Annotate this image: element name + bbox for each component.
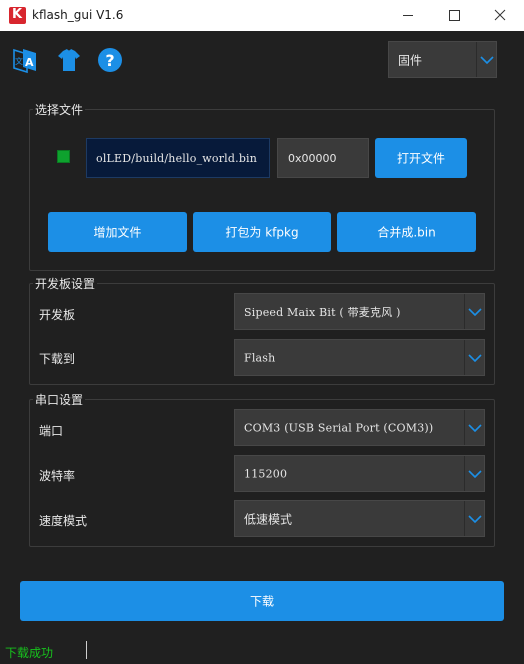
speed-label: 速度模式 bbox=[39, 514, 88, 528]
board-select[interactable]: Sipeed Maix Bit ( 带麦克风 ) bbox=[234, 293, 485, 330]
board-label: 开发板 bbox=[39, 308, 76, 322]
help-icon[interactable]: ? bbox=[97, 45, 125, 75]
language-icon[interactable]: A 文 bbox=[11, 45, 39, 75]
flash-address-field[interactable]: 0x00000 bbox=[277, 138, 369, 178]
theme-shirt-icon[interactable] bbox=[55, 45, 83, 75]
download-button[interactable]: 下载 bbox=[20, 581, 504, 621]
chevron-down-icon bbox=[464, 501, 484, 536]
close-button[interactable] bbox=[477, 0, 523, 31]
add-file-button[interactable]: 增加文件 bbox=[48, 212, 187, 252]
flash-address-value: 0x00000 bbox=[288, 152, 337, 165]
chevron-down-icon bbox=[464, 294, 484, 329]
mode-select[interactable]: 固件 bbox=[388, 41, 497, 78]
target-select[interactable]: Flash bbox=[234, 339, 485, 376]
file-path-value: olLED/build/hello_world.bin bbox=[96, 152, 258, 165]
port-label: 端口 bbox=[39, 424, 64, 438]
baud-select[interactable]: 115200 bbox=[234, 455, 485, 492]
board-section-title: 开发板设置 bbox=[33, 275, 98, 292]
file-enable-checkbox[interactable] bbox=[57, 150, 70, 163]
svg-text:文: 文 bbox=[15, 56, 23, 66]
pack-kfpkg-button[interactable]: 打包为 kfpkg bbox=[193, 212, 331, 252]
window-title: kflash_gui V1.6 bbox=[32, 8, 124, 22]
baud-label: 波特率 bbox=[39, 469, 76, 483]
mode-select-value: 固件 bbox=[398, 53, 423, 67]
chevron-down-icon bbox=[476, 42, 496, 77]
file-section-title: 选择文件 bbox=[33, 101, 86, 118]
status-divider bbox=[86, 641, 87, 659]
board-select-value: Sipeed Maix Bit ( 带麦克风 ) bbox=[244, 305, 401, 319]
main-panel: A 文 ? 固件 选择文件 olLED/build/hello_world.bi… bbox=[0, 31, 524, 664]
close-icon bbox=[494, 9, 506, 21]
port-select[interactable]: COM3 (USB Serial Port (COM3)) bbox=[234, 409, 485, 446]
status-bar: 下载成功 bbox=[0, 639, 524, 664]
title-bar: K kflash_gui V1.6 bbox=[0, 0, 524, 31]
app-logo-icon: K bbox=[9, 7, 26, 24]
svg-text:?: ? bbox=[105, 51, 114, 70]
file-path-field[interactable]: olLED/build/hello_world.bin bbox=[86, 138, 270, 178]
speed-select-value: 低速模式 bbox=[244, 512, 293, 526]
speed-select[interactable]: 低速模式 bbox=[234, 500, 485, 537]
svg-text:A: A bbox=[25, 56, 34, 69]
chevron-down-icon bbox=[464, 340, 484, 375]
serial-section-title: 串口设置 bbox=[33, 391, 86, 408]
target-label: 下载到 bbox=[39, 352, 76, 366]
maximize-button[interactable] bbox=[431, 0, 477, 31]
open-file-button[interactable]: 打开文件 bbox=[375, 138, 467, 178]
chevron-down-icon bbox=[464, 456, 484, 491]
port-select-value: COM3 (USB Serial Port (COM3)) bbox=[244, 421, 434, 434]
minimize-button[interactable] bbox=[385, 0, 431, 31]
merge-bin-button[interactable]: 合并成.bin bbox=[337, 212, 476, 252]
chevron-down-icon bbox=[464, 410, 484, 445]
baud-select-value: 115200 bbox=[244, 467, 288, 480]
target-select-value: Flash bbox=[244, 351, 276, 364]
status-text: 下载成功 bbox=[5, 646, 54, 660]
